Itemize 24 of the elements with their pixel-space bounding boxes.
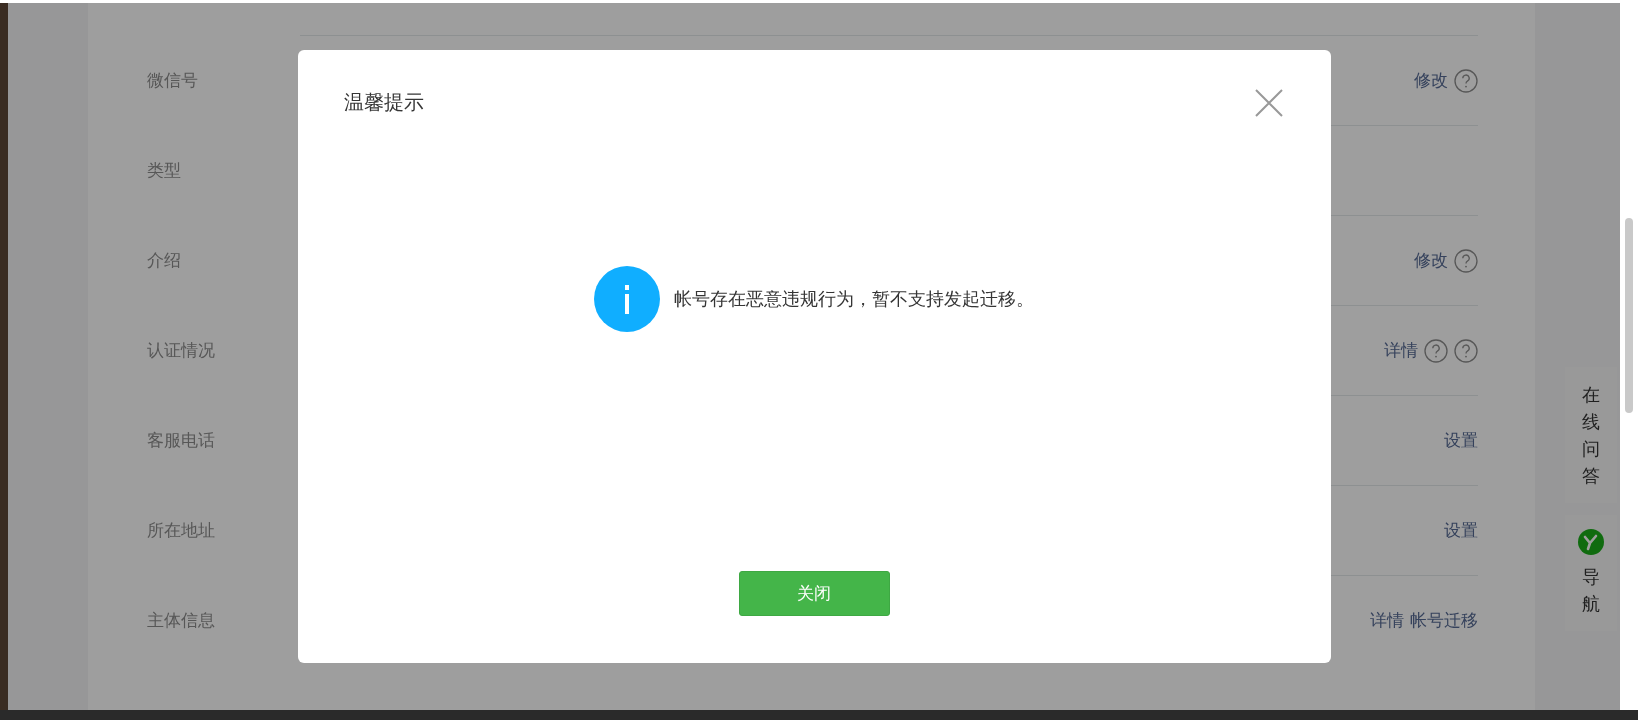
row-label: 主体信息 — [147, 608, 216, 632]
help-icon[interactable] — [1454, 68, 1478, 93]
action-link[interactable]: 修改 — [1414, 69, 1448, 92]
help-icon[interactable] — [1454, 338, 1478, 363]
dialog-message: 帐号存在恶意违规行为，暂不支持发起迁移。 — [674, 287, 1034, 311]
action-link[interactable]: 设置 — [1444, 519, 1478, 542]
row-label: 客服电话 — [147, 428, 216, 452]
row-label: 认证情况 — [147, 338, 216, 362]
action-link[interactable]: 详情 — [1370, 609, 1404, 632]
action-link[interactable]: 设置 — [1444, 429, 1478, 452]
row-label: 类型 — [147, 158, 182, 182]
close-dialog-button[interactable]: 关闭 — [738, 571, 890, 616]
row-label: 介绍 — [147, 248, 182, 272]
action-link[interactable]: 详情 — [1384, 339, 1418, 362]
scrollbar-thumb[interactable] — [1625, 218, 1633, 413]
info-icon — [594, 266, 660, 332]
row-label: 所在地址 — [147, 518, 216, 542]
help-icon[interactable] — [1454, 248, 1478, 273]
close-button[interactable] — [1252, 86, 1285, 119]
help-icon[interactable] — [1424, 338, 1448, 363]
action-link[interactable]: 修改 — [1414, 249, 1448, 272]
dialog-title: 温馨提示 — [343, 89, 424, 116]
row-label: 微信号 — [147, 68, 199, 92]
action-link[interactable]: 帐号迁移 — [1410, 609, 1478, 632]
